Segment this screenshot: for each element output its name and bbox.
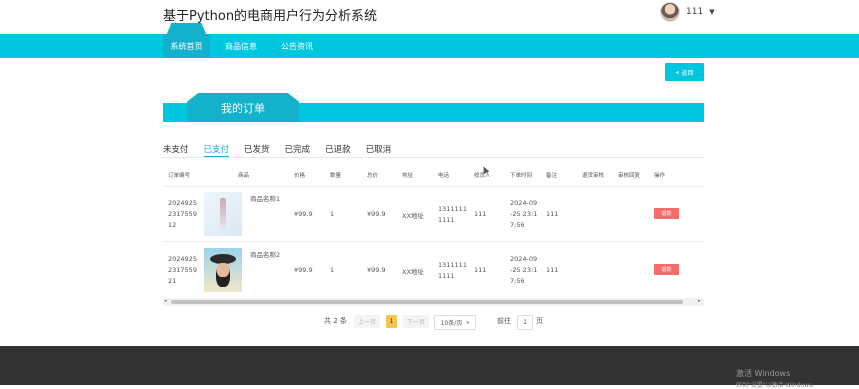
- header-phone: 电话: [438, 173, 450, 179]
- footer: [0, 346, 859, 385]
- row-divider: [163, 241, 704, 242]
- header-review-reply: 审核回复: [618, 173, 641, 179]
- header-address: 地址: [402, 173, 414, 179]
- phone: 1311111 1111: [438, 261, 467, 280]
- product-image: [204, 192, 242, 236]
- header-order-no: 订单编号: [168, 173, 191, 179]
- nav-bar: [0, 34, 859, 58]
- tab-completed[interactable]: 已完成: [285, 143, 311, 157]
- total: ¥99.9: [367, 266, 386, 274]
- product-image: [204, 248, 242, 292]
- header-product: 商品: [238, 173, 250, 179]
- order-time: 2024-09 -25 23:1 7:56: [510, 199, 538, 229]
- username: 111: [686, 7, 704, 17]
- price: ¥99.9: [294, 210, 313, 218]
- page-size-select[interactable]: 10条/页 ▼: [434, 315, 476, 330]
- product-name: 商品名称2: [250, 251, 281, 259]
- back-button[interactable]: ◂ 返回: [665, 63, 704, 81]
- tab-unpaid[interactable]: 未支付: [163, 143, 189, 157]
- goto-prefix: 前往: [497, 317, 511, 325]
- refund-button[interactable]: 退款: [654, 208, 679, 219]
- chevron-down-icon: ▼: [709, 8, 715, 16]
- scrollbar-thumb[interactable]: [171, 300, 683, 304]
- top-bar: 基于Python的电商用户行为分析系统 111 ▼: [0, 0, 859, 34]
- back-label: 返回: [681, 69, 694, 77]
- receiver: 111: [474, 210, 487, 218]
- page-1-button[interactable]: 1: [386, 315, 397, 328]
- quantity: 1: [330, 210, 335, 218]
- site-title: 基于Python的电商用户行为分析系统: [163, 9, 378, 24]
- receiver: 111: [474, 266, 487, 274]
- windows-activation-title: 激活 Windows: [736, 369, 791, 378]
- back-arrow-icon: ◂: [675, 68, 679, 76]
- nav-item-products[interactable]: 商品信息: [219, 34, 263, 58]
- header-order-time: 下单时间: [510, 173, 533, 179]
- phone: 1311111 1111: [438, 205, 467, 224]
- avatar: [660, 2, 680, 22]
- user-menu[interactable]: 111 ▼: [660, 2, 715, 22]
- header-divider: [163, 186, 704, 187]
- prev-page-button[interactable]: 上一页: [354, 315, 380, 328]
- product-name: 商品名称1: [250, 195, 281, 203]
- goto-suffix: 页: [536, 317, 543, 325]
- remark: 111: [546, 266, 559, 274]
- tab-paid[interactable]: 已支付: [203, 143, 230, 157]
- scroll-left-icon[interactable]: ◂: [164, 298, 167, 304]
- address: XX地址: [402, 212, 424, 220]
- header-receiver: 收货人: [474, 173, 491, 179]
- order-no: 2024925 2317559 21: [168, 255, 197, 285]
- header-return-review: 退货审核: [582, 173, 605, 179]
- order-status-tabs: 未支付 已支付 已发货 已完成 已退款 已取消: [163, 143, 406, 157]
- tabs-divider: [163, 157, 704, 158]
- next-page-button[interactable]: 下一页: [403, 315, 429, 328]
- header-remark: 备注: [546, 173, 558, 179]
- address: XX地址: [402, 268, 424, 276]
- header-action: 操作: [654, 173, 666, 179]
- page-size-value: 10条/页: [440, 320, 463, 327]
- tab-shipped[interactable]: 已发货: [244, 143, 270, 157]
- order-time: 2024-09 -25 23:1 7:56: [510, 255, 538, 285]
- tab-refunded[interactable]: 已退款: [325, 143, 351, 157]
- price: ¥99.9: [294, 266, 313, 274]
- page-title: 我的订单: [187, 93, 299, 122]
- total: ¥99.9: [367, 210, 386, 218]
- order-no: 2024925 2317559 12: [168, 199, 197, 229]
- tab-cancelled[interactable]: 已取消: [366, 143, 392, 157]
- pagination-total: 共 2 条: [324, 317, 347, 325]
- remark: 111: [546, 210, 559, 218]
- nav-item-home[interactable]: 系统首页: [163, 34, 210, 58]
- nav-item-news[interactable]: 公告资讯: [275, 34, 319, 58]
- header-price: 价格: [294, 173, 306, 179]
- chevron-down-icon: ▼: [466, 320, 470, 325]
- header-qty: 数量: [330, 173, 342, 179]
- goto-page-input[interactable]: 1: [517, 315, 533, 330]
- quantity: 1: [330, 266, 335, 274]
- header-total: 总价: [367, 173, 379, 179]
- scroll-right-icon[interactable]: ▸: [698, 298, 701, 304]
- refund-button[interactable]: 退款: [654, 264, 679, 275]
